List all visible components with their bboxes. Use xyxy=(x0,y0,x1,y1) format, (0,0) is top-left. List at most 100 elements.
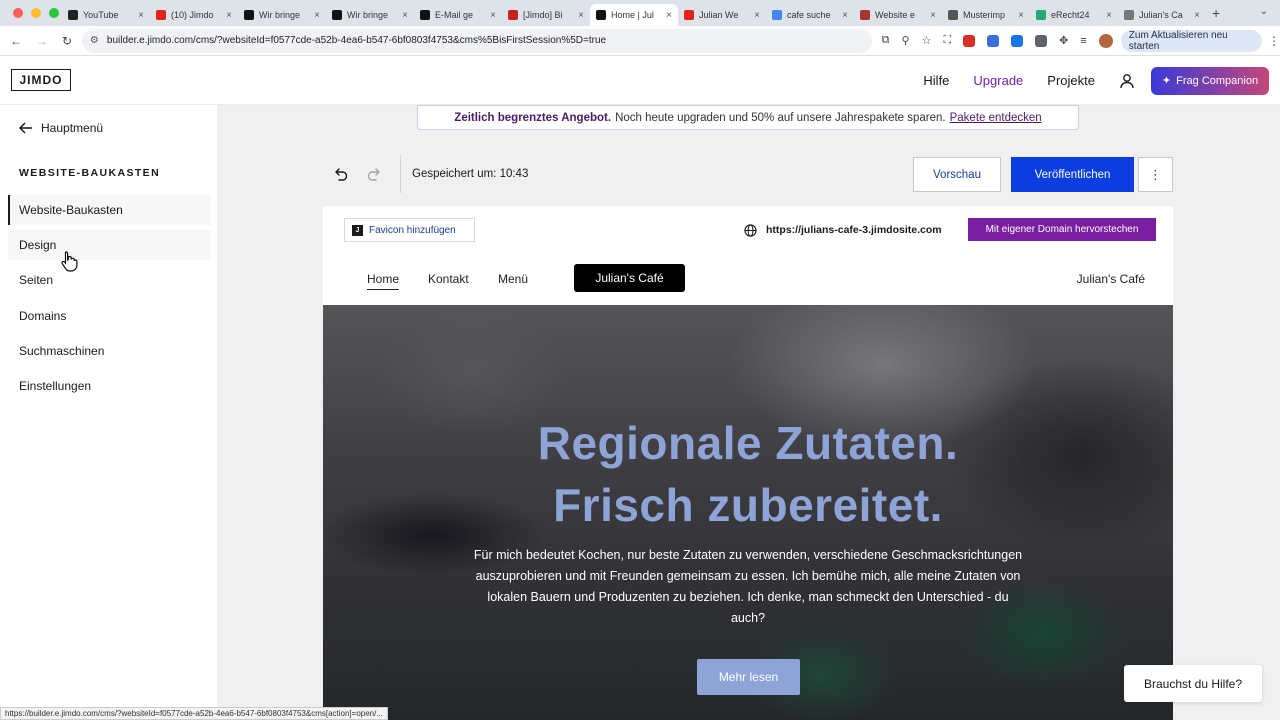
tab-close-icon[interactable]: × xyxy=(666,10,672,21)
redo-icon[interactable] xyxy=(367,166,383,182)
hero-title[interactable]: Regionale Zutaten. Frisch zubereitet. xyxy=(323,412,1173,536)
publish-button[interactable]: Veröffentlichen xyxy=(1011,157,1134,192)
browser-tab[interactable]: cafe suche × xyxy=(766,4,854,26)
sidebar-item-label: Seiten xyxy=(19,273,54,287)
promo-link[interactable]: Pakete entdecken xyxy=(950,112,1042,124)
update-browser-button[interactable]: Zum Aktualisieren neu starten xyxy=(1120,29,1262,52)
tab-close-icon[interactable]: × xyxy=(490,10,496,21)
status-bar-url: https://builder.e.jimdo.com/cms/?website… xyxy=(0,707,389,720)
browser-tab[interactable]: Home | Jul × xyxy=(590,4,678,26)
site-info-icon[interactable]: ⚙ xyxy=(90,35,99,46)
install-app-icon[interactable]: ⧉ xyxy=(882,34,890,47)
more-options-icon[interactable]: ⋮ xyxy=(1138,157,1173,192)
sidebar-item-pages[interactable]: Seiten xyxy=(8,265,211,295)
back-label: Hauptmenü xyxy=(41,121,104,135)
sidebar-item-seo[interactable]: Suchmaschinen xyxy=(8,336,211,366)
help-link[interactable]: Hilfe xyxy=(923,73,949,88)
hero-section[interactable]: Regionale Zutaten. Frisch zubereitet. Fü… xyxy=(323,305,1173,720)
extension-gray-icon[interactable] xyxy=(1035,34,1048,47)
site-url-text[interactable]: https://julians-cafe-3.jimdosite.com xyxy=(766,224,942,236)
undo-icon[interactable] xyxy=(332,166,348,182)
sparkle-icon: ✦ xyxy=(1161,75,1172,87)
extension-blue-icon[interactable] xyxy=(987,34,1000,47)
tab-title: Wir bringe xyxy=(259,10,301,20)
sidebar: Hauptmenü WEBSITE-BAUKASTEN Website-Bauk… xyxy=(0,105,217,720)
site-name-right[interactable]: Julian's Café xyxy=(1077,272,1145,286)
browser-tab[interactable]: YouTube × xyxy=(62,4,150,26)
browser-tab[interactable]: eRecht24 × xyxy=(1030,4,1118,26)
browser-tab[interactable]: Musterimp × xyxy=(942,4,1030,26)
sidebar-item-website-builder[interactable]: Website-Baukasten xyxy=(8,195,211,225)
tab-close-icon[interactable]: × xyxy=(402,10,408,21)
sidebar-item-design[interactable]: Design xyxy=(8,230,211,260)
site-url: https://julians-cafe-3.jimdosite.com xyxy=(744,218,942,242)
forward-arrow-icon[interactable]: → xyxy=(36,34,48,48)
tab-close-icon[interactable]: × xyxy=(226,10,232,21)
browser-tab[interactable]: (10) Jimdo × xyxy=(150,4,238,26)
jimdo-logo[interactable]: JIMDO xyxy=(11,69,71,91)
browser-tab[interactable]: Julian's Ca × xyxy=(1118,4,1206,26)
back-to-main-menu[interactable]: Hauptmenü xyxy=(19,121,103,135)
extensions-puzzle-icon[interactable]: ✥ xyxy=(1059,34,1068,47)
browser-tab[interactable]: Wir bringe × xyxy=(238,4,326,26)
user-account-icon[interactable] xyxy=(1119,73,1135,89)
tab-title: eRecht24 xyxy=(1051,10,1090,20)
maximize-window-button[interactable] xyxy=(49,8,59,18)
sidebar-item-domains[interactable]: Domains xyxy=(8,301,211,331)
browser-tab[interactable]: [Jimdo] Bi × xyxy=(502,4,590,26)
tab-title: YouTube xyxy=(83,10,119,20)
add-favicon-button[interactable]: J Favicon hinzufügen xyxy=(344,218,475,242)
ask-companion-button[interactable]: ✦ Frag Companion xyxy=(1151,66,1269,95)
projects-link[interactable]: Projekte xyxy=(1047,73,1095,88)
tab-search-icon[interactable]: ⌄ xyxy=(1260,6,1268,17)
zoom-icon[interactable]: ⚲ xyxy=(902,34,910,47)
tab-close-icon[interactable]: × xyxy=(138,10,144,21)
browser-tab[interactable]: E-Mail ge × xyxy=(414,4,502,26)
tab-close-icon[interactable]: × xyxy=(1018,10,1024,21)
sidebar-item-label: Domains xyxy=(19,309,67,323)
read-more-button[interactable]: Mehr lesen xyxy=(697,659,800,695)
site-nav-home[interactable]: Home xyxy=(367,272,400,290)
site-nav-menu[interactable]: Menü xyxy=(498,272,528,286)
tab-title: Wir bringe xyxy=(347,10,389,20)
screenshot-icon[interactable]: ⛶ xyxy=(943,34,951,47)
close-window-button[interactable] xyxy=(13,8,23,18)
reload-icon[interactable]: ↻ xyxy=(62,34,72,48)
translate-extension-icon[interactable] xyxy=(1011,34,1024,47)
minimize-window-button[interactable] xyxy=(31,8,41,18)
tab-close-icon[interactable]: × xyxy=(1106,10,1112,21)
tab-title: Julian's Ca xyxy=(1139,10,1183,20)
tab-close-icon[interactable]: × xyxy=(1194,10,1200,21)
hero-text[interactable]: Für mich bedeutet Kochen, nur beste Zuta… xyxy=(473,545,1023,629)
bookmark-star-icon[interactable]: ☆ xyxy=(922,34,932,47)
upgrade-link[interactable]: Upgrade xyxy=(973,73,1023,88)
back-arrow-icon[interactable]: ← xyxy=(10,34,22,48)
site-nav-contact[interactable]: Kontakt xyxy=(428,272,469,286)
browser-tabs: YouTube × (10) Jimdo × Wir bringe × Wir bringe… xyxy=(62,0,1206,26)
need-help-button[interactable]: Brauchst du Hilfe? xyxy=(1124,665,1262,702)
reading-list-icon[interactable]: ≡ xyxy=(1080,35,1086,47)
browser-tab[interactable]: Wir bringe × xyxy=(326,4,414,26)
site-logo[interactable]: Julian's Café xyxy=(574,264,685,292)
url-input[interactable]: ⚙ builder.e.jimdo.com/cms/?websiteId=f05… xyxy=(81,28,872,53)
tab-title: E-Mail ge xyxy=(435,10,474,20)
browser-tab[interactable]: Website e × xyxy=(854,4,942,26)
tab-favicon-icon xyxy=(332,10,342,20)
tab-close-icon[interactable]: × xyxy=(754,10,760,21)
hero-title-line-1: Regionale Zutaten. xyxy=(537,417,959,469)
tab-title: Julian We xyxy=(699,10,739,20)
tab-close-icon[interactable]: × xyxy=(314,10,320,21)
profile-avatar[interactable] xyxy=(1098,33,1113,48)
tab-title: Musterimp xyxy=(963,10,1006,20)
browser-menu-icon[interactable]: ⋮ xyxy=(1268,34,1280,48)
tab-close-icon[interactable]: × xyxy=(842,10,848,21)
sidebar-item-settings[interactable]: Einstellungen xyxy=(8,371,211,401)
browser-tab[interactable]: Julian We × xyxy=(678,4,766,26)
promo-text: Noch heute upgraden und 50% auf unsere J… xyxy=(615,111,946,124)
tab-close-icon[interactable]: × xyxy=(578,10,584,21)
extension-red-icon[interactable] xyxy=(963,34,976,47)
new-tab-button[interactable]: + xyxy=(1212,5,1220,21)
tab-close-icon[interactable]: × xyxy=(930,10,936,21)
preview-button[interactable]: Vorschau xyxy=(913,157,1001,192)
custom-domain-button[interactable]: Mit eigener Domain hervorstechen xyxy=(968,218,1156,241)
